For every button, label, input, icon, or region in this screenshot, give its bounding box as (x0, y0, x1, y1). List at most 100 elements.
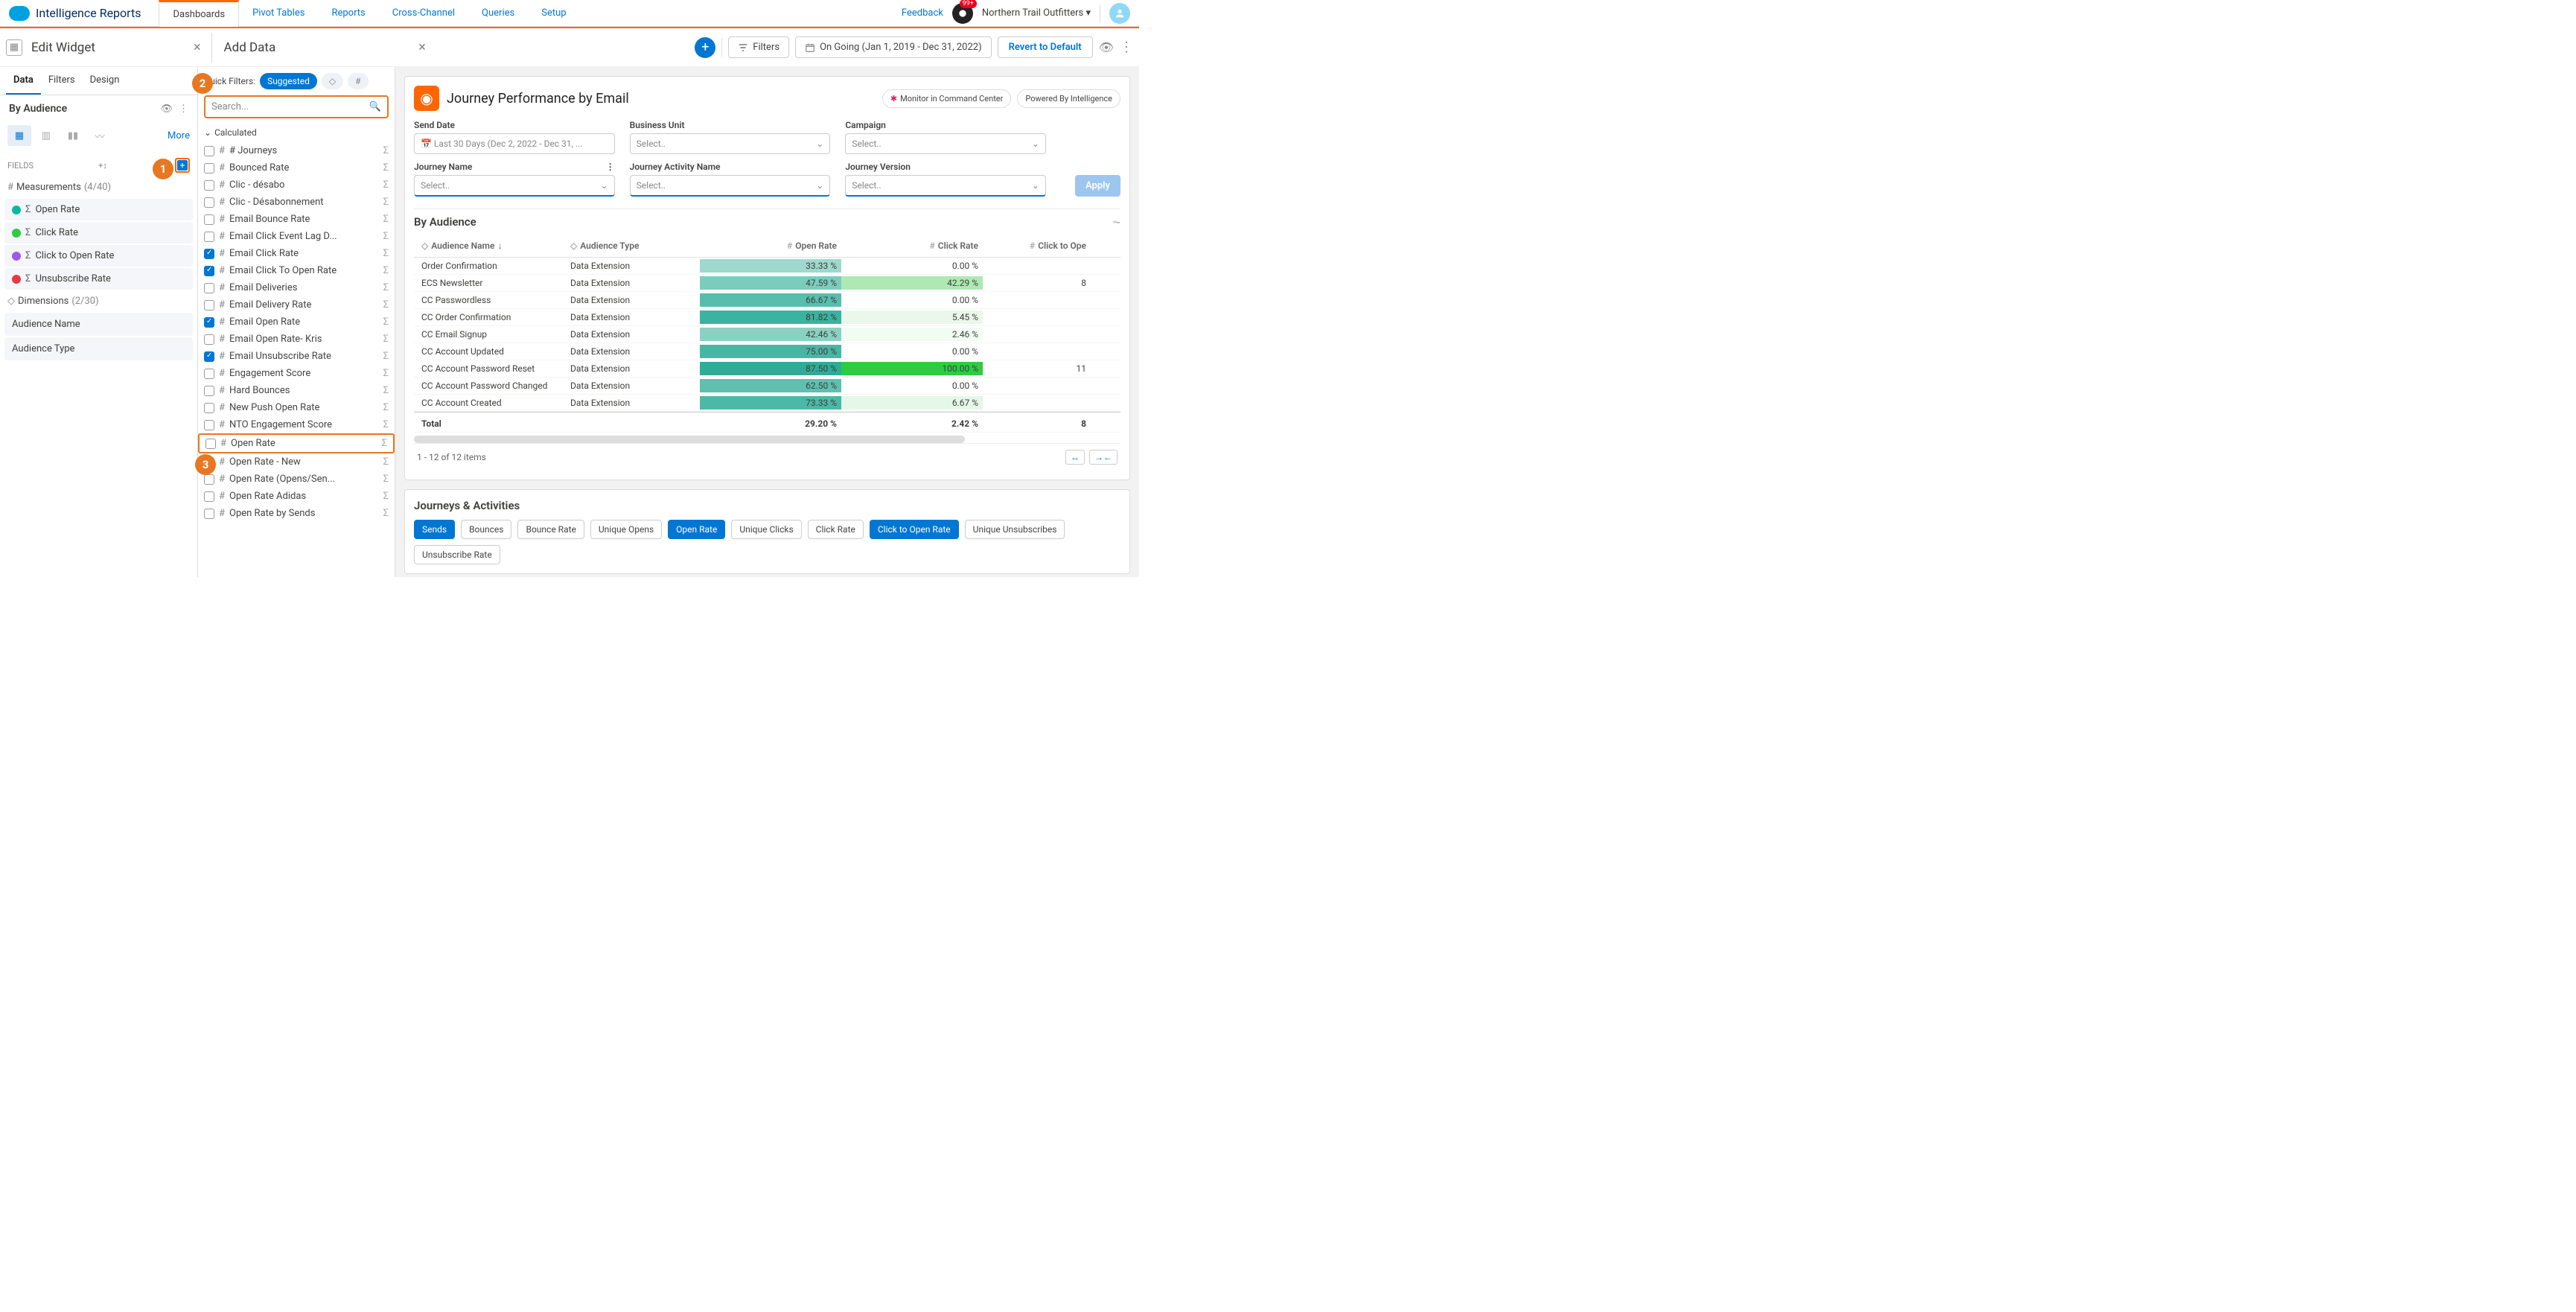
top-tab-setup[interactable]: Setup (528, 0, 579, 27)
top-tab-pivot-tables[interactable]: Pivot Tables (239, 0, 318, 27)
calc-field-item[interactable]: #Open RateΣ (198, 433, 395, 453)
add-field-button[interactable]: + (175, 158, 190, 173)
table-row[interactable]: CC Order Confirmation Data Extension 81.… (414, 309, 1120, 326)
pager-collapse-icon[interactable]: ↔ (1065, 450, 1085, 465)
calc-field-item[interactable]: #Bounced RateΣ (198, 159, 395, 176)
calc-field-item[interactable]: #Email Unsubscribe RateΣ (198, 348, 395, 365)
date-range-selector[interactable]: On Going (Jan 1, 2019 - Dec 31, 2022) (795, 36, 992, 58)
table-row[interactable]: Order Confirmation Data Extension 33.33 … (414, 258, 1120, 275)
metric-chip[interactable]: Bounces (461, 520, 511, 539)
add-button[interactable]: + (695, 37, 715, 58)
col-audience-name[interactable]: ◇Audience Name ↓ (417, 239, 566, 252)
table-filter-icon[interactable]: ⏦ (1112, 217, 1120, 228)
calc-field-item[interactable]: #Hard BouncesΣ (198, 382, 395, 399)
calc-field-item[interactable]: #Open Rate AdidasΣ (198, 488, 395, 505)
business-unit-select[interactable]: Select..⌄ (630, 133, 831, 154)
measurement-item[interactable]: ΣUnsubscribe Rate (4, 268, 193, 290)
visibility-toggle-icon[interactable]: 👁 (160, 104, 173, 115)
table-row[interactable]: CC Passwordless Data Extension 66.67 % 0… (414, 292, 1120, 309)
col-audience-type[interactable]: ◇Audience Type (566, 239, 700, 252)
table-row[interactable]: CC Account Updated Data Extension 75.00 … (414, 343, 1120, 360)
table-row[interactable]: CC Account Password Reset Data Extension… (414, 360, 1120, 378)
calc-field-item[interactable]: #Clic - DésabonnementΣ (198, 194, 395, 211)
filters-button[interactable]: Filters (728, 36, 789, 58)
metric-chip[interactable]: Click to Open Rate (870, 520, 959, 539)
journey-version-select[interactable]: Select..⌄ (845, 175, 1046, 197)
avatar[interactable] (1109, 3, 1130, 24)
calc-field-item[interactable]: #Email DeliveriesΣ (198, 279, 395, 296)
calc-field-item[interactable]: #Email Click To Open RateΣ (198, 262, 395, 279)
chart-type-bar[interactable]: ▮▮ (61, 125, 85, 146)
top-tab-reports[interactable]: Reports (318, 0, 378, 27)
send-date-select[interactable]: 📅 Last 30 Days (Dec 2, 2022 - Dec 31, ..… (414, 133, 615, 154)
calc-field-item[interactable]: #Email Open Rate- KrisΣ (198, 331, 395, 348)
dimension-item[interactable]: Audience Type (4, 337, 193, 360)
journey-name-select[interactable]: Select..⌄ (414, 175, 615, 197)
calc-field-item[interactable]: #Open Rate (Opens/Sen...Σ (198, 471, 395, 488)
search-input[interactable]: Search... 🔍 (204, 95, 389, 118)
calc-field-item[interactable]: #Engagement ScoreΣ (198, 365, 395, 382)
widget-more-icon[interactable]: ⋮ (179, 104, 188, 115)
org-selector[interactable]: Northern Trail Outfitters ▾ (982, 7, 1091, 19)
widget-name: By Audience (9, 103, 67, 115)
metric-chip[interactable]: Unique Unsubscribes (965, 520, 1065, 539)
measurement-item[interactable]: ΣClick Rate (4, 222, 193, 243)
sub-tab-filters[interactable]: Filters (41, 67, 83, 95)
calc-field-item[interactable]: #New Push Open RateΣ (198, 399, 395, 416)
campaign-select[interactable]: Select..⌄ (845, 133, 1046, 154)
visibility-icon[interactable]: 👁 (1099, 40, 1114, 54)
top-tab-queries[interactable]: Queries (468, 0, 528, 27)
ja-title: Journeys & Activities (414, 499, 1120, 512)
calc-field-item[interactable]: #Email Delivery RateΣ (198, 296, 395, 313)
calc-field-item[interactable]: #Email Open RateΣ (198, 313, 395, 331)
table-row[interactable]: CC Email Signup Data Extension 42.46 % 2… (414, 326, 1120, 343)
calc-field-item[interactable]: #Email Bounce RateΣ (198, 211, 395, 228)
calc-field-item[interactable]: #Open Rate by SendsΣ (198, 505, 395, 522)
metric-chip[interactable]: Click Rate (808, 520, 864, 539)
measurement-item[interactable]: ΣOpen Rate (4, 199, 193, 220)
calc-field-item[interactable]: #Email Click RateΣ (198, 245, 395, 262)
table-row[interactable]: CC Account Password Changed Data Extensi… (414, 378, 1120, 395)
monitor-command-center-button[interactable]: ✱Monitor in Command Center (882, 89, 1012, 108)
calculated-group[interactable]: ⌄ Calculated (198, 123, 395, 142)
calc-field-item[interactable]: #NTO Engagement ScoreΣ (198, 416, 395, 433)
measurement-filter-chip[interactable]: # (348, 73, 368, 89)
pager-next-icon[interactable]: →← (1089, 450, 1118, 465)
table-row[interactable]: ECS Newsletter Data Extension 47.59 % 42… (414, 275, 1120, 292)
close-add-data-icon[interactable]: × (414, 39, 430, 55)
horizontal-scrollbar[interactable] (414, 436, 965, 443)
more-chart-types[interactable]: More (168, 130, 190, 141)
top-tab-dashboards[interactable]: Dashboards (159, 0, 239, 27)
notifications-icon[interactable]: 99+ (952, 3, 973, 24)
sub-tab-design[interactable]: Design (83, 67, 127, 95)
revert-button[interactable]: Revert to Default (998, 36, 1093, 58)
dimension-filter-chip[interactable]: ◇ (322, 73, 343, 89)
close-edit-widget-icon[interactable]: × (189, 39, 205, 55)
suggested-chip[interactable]: Suggested (260, 73, 317, 89)
chart-type-line[interactable]: 〰 (88, 125, 112, 146)
metric-chip[interactable]: Open Rate (668, 520, 725, 539)
chart-type-grid[interactable]: ▥ (34, 125, 58, 146)
dimension-item[interactable]: Audience Name (4, 313, 193, 336)
sub-tab-data[interactable]: Data (6, 67, 41, 95)
journey-activity-select[interactable]: Select..⌄ (630, 175, 831, 197)
metric-chip[interactable]: Sends (414, 520, 455, 539)
metric-chip[interactable]: Unique Opens (590, 520, 662, 539)
metric-chip[interactable]: Unique Clicks (731, 520, 801, 539)
col-click-rate[interactable]: #Click Rate (841, 239, 983, 252)
feedback-link[interactable]: Feedback (902, 7, 943, 19)
calc-field-item[interactable]: ## JourneysΣ (198, 142, 395, 159)
more-menu-icon[interactable]: ⋮ (1120, 39, 1133, 55)
metric-chip[interactable]: Bounce Rate (517, 520, 584, 539)
table-row[interactable]: CC Account Created Data Extension 73.33 … (414, 395, 1120, 412)
metric-chip[interactable]: Unsubscribe Rate (414, 545, 500, 564)
col-click-to-open[interactable]: #Click to Ope (983, 239, 1091, 252)
calc-field-item[interactable]: #Open Rate - NewΣ (198, 453, 395, 471)
col-open-rate[interactable]: #Open Rate (700, 239, 841, 252)
calc-field-item[interactable]: #Email Click Event Lag D...Σ (198, 228, 395, 245)
calc-field-item[interactable]: #Clic - désaboΣ (198, 176, 395, 194)
apply-button[interactable]: Apply (1075, 175, 1120, 197)
chart-type-table[interactable]: ▦ (7, 125, 31, 146)
measurement-item[interactable]: ΣClick to Open Rate (4, 245, 193, 267)
top-tab-cross-channel[interactable]: Cross-Channel (379, 0, 468, 27)
